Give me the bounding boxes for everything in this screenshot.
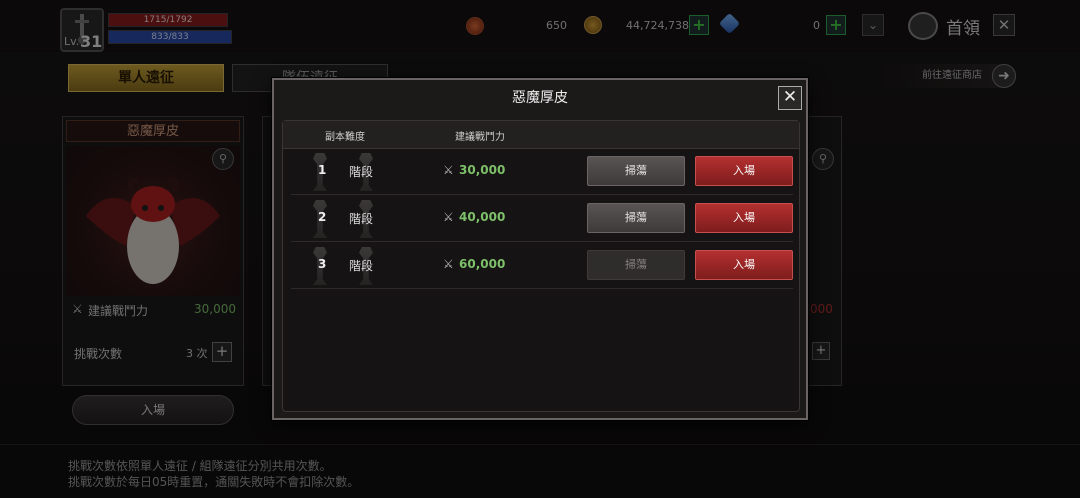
modal-title: 惡魔厚皮 — [512, 90, 568, 106]
table-row: 2 階段 ⚔ 40,000 掃蕩 入場 — [291, 196, 793, 242]
stage-power: 40,000 — [459, 210, 506, 224]
stage-label: 階段 — [349, 165, 374, 179]
sweep-button[interactable]: 掃蕩 — [587, 203, 685, 233]
stage-power: 30,000 — [459, 163, 506, 177]
sweep-button[interactable]: 掃蕩 — [587, 156, 685, 186]
header-power: 建議戰鬥力 — [455, 132, 505, 143]
stage-power: 60,000 — [459, 257, 506, 271]
stage-label: 階段 — [349, 259, 374, 273]
difficulty-modal: 惡魔厚皮 ✕ 副本難度 建議戰鬥力 1 階段 ⚔ 30,000 掃蕩 入場 2 … — [272, 78, 808, 420]
stage-number: 1 — [318, 163, 327, 177]
header-difficulty: 副本難度 — [325, 132, 365, 143]
table-row: 1 階段 ⚔ 30,000 掃蕩 入場 — [291, 149, 793, 195]
difficulty-table: 副本難度 建議戰鬥力 1 階段 ⚔ 30,000 掃蕩 入場 2 階段 ⚔ 40… — [282, 120, 800, 412]
enter-button[interactable]: 入場 — [695, 156, 793, 186]
enter-button[interactable]: 入場 — [695, 203, 793, 233]
sweep-button-disabled[interactable]: 掃蕩 — [587, 250, 685, 280]
enter-button[interactable]: 入場 — [695, 250, 793, 280]
stage-number: 2 — [318, 210, 327, 224]
sword-icon: ⚔ — [443, 257, 454, 271]
close-icon[interactable]: ✕ — [778, 86, 802, 110]
table-row: 3 階段 ⚔ 60,000 掃蕩 入場 — [291, 243, 793, 289]
stage-label: 階段 — [349, 212, 374, 226]
table-header: 副本難度 建議戰鬥力 — [283, 121, 799, 149]
sword-icon: ⚔ — [443, 210, 454, 224]
sword-icon: ⚔ — [443, 163, 454, 177]
stage-number: 3 — [318, 257, 327, 271]
